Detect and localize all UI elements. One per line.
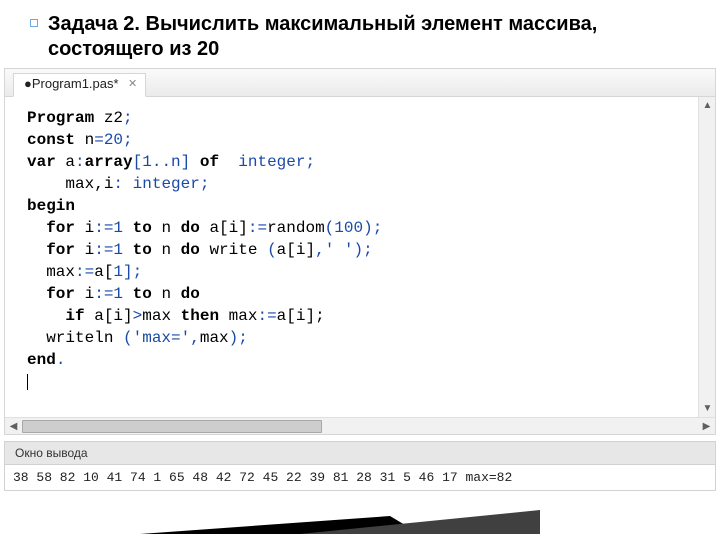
output-panel: 38 58 82 10 41 74 1 65 48 42 72 45 22 39… [4, 465, 716, 491]
output-panel-title: Окно вывода [4, 441, 716, 465]
slide-decoration [140, 506, 540, 536]
vertical-scrollbar[interactable]: ▲ ▼ [698, 97, 715, 417]
horizontal-scrollbar[interactable]: ◀ ▶ [5, 417, 715, 434]
close-icon[interactable]: ✕ [127, 78, 139, 90]
tab-label: ●Program1.pas* [24, 76, 119, 91]
slide-title: Задача 2. Вычислить максимальный элемент… [48, 12, 690, 62]
title-bullet [30, 19, 38, 27]
scroll-left-icon[interactable]: ◀ [6, 419, 21, 434]
text-cursor [27, 374, 28, 390]
tab-bar: ●Program1.pas* ✕ [5, 69, 715, 97]
editor-window: ●Program1.pas* ✕ Program z2; const n=20;… [4, 68, 716, 435]
scroll-down-icon[interactable]: ▼ [700, 401, 715, 416]
scroll-right-icon[interactable]: ▶ [699, 419, 714, 434]
scroll-up-icon[interactable]: ▲ [700, 98, 715, 113]
code-area[interactable]: Program z2; const n=20; var a:array[1..n… [5, 97, 698, 417]
scroll-thumb[interactable] [22, 420, 322, 433]
tab-program1[interactable]: ●Program1.pas* ✕ [13, 73, 146, 97]
